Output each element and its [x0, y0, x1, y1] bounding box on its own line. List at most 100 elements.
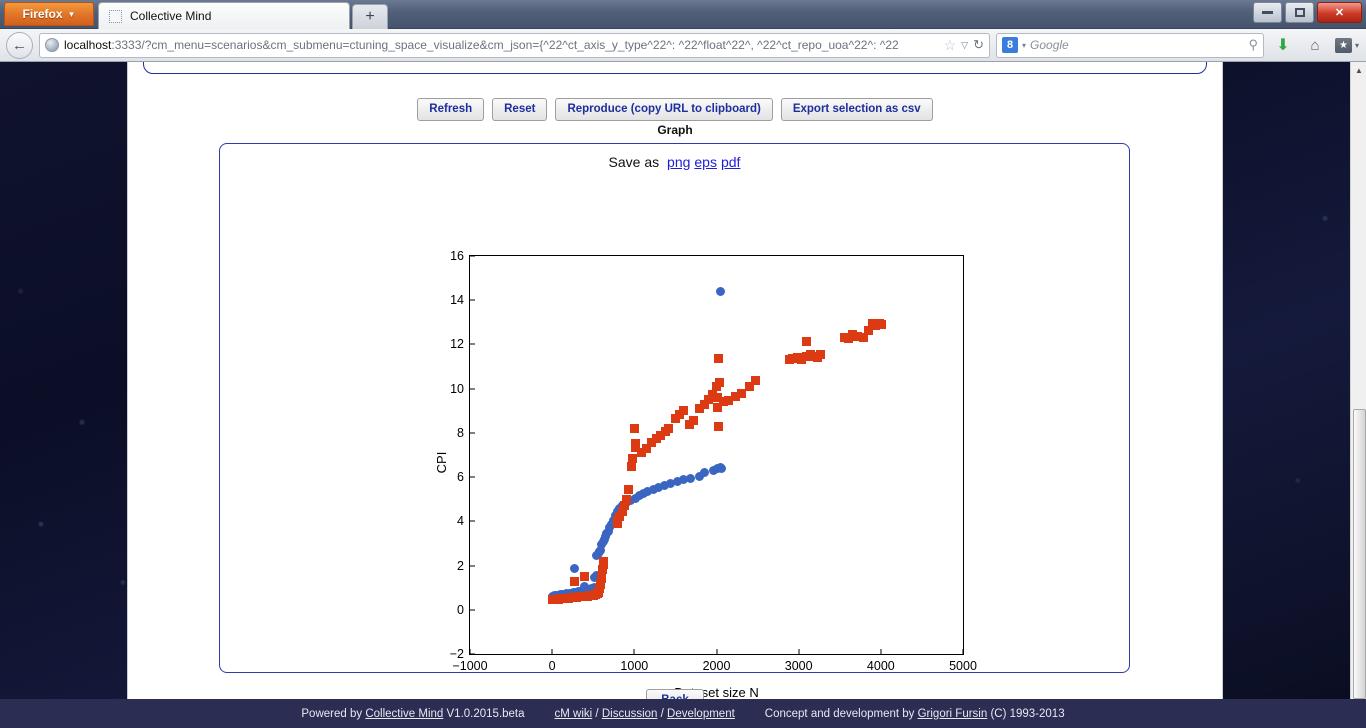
footer-sep-1: /: [592, 708, 602, 720]
browser-back-button[interactable]: ←: [6, 32, 33, 59]
new-tab-button[interactable]: +: [352, 4, 388, 29]
plot-area: −20246810121416−100001000200030004000500…: [469, 255, 964, 655]
globe-icon: [45, 38, 59, 52]
y-tick-mark: [470, 256, 475, 257]
firefox-menu-label: Firefox: [23, 7, 63, 21]
x-tick-label: 3000: [785, 659, 813, 673]
cm-wiki-link[interactable]: cM wiki: [555, 708, 593, 720]
minimize-button[interactable]: [1253, 2, 1282, 23]
save-eps-link[interactable]: eps: [694, 154, 717, 170]
bookmark-caret-glyph: ▾: [1355, 41, 1359, 50]
reload-icon[interactable]: ↻: [973, 37, 984, 53]
action-toolbar: Refresh Reset Reproduce (copy URL to clipb…: [128, 98, 1222, 121]
graph-caption: Graph: [128, 123, 1222, 137]
data-point-red-squares: [599, 557, 608, 566]
page-scrollbar[interactable]: ▲ ▼: [1350, 62, 1366, 728]
y-tick-label: 10: [450, 382, 464, 396]
refresh-button[interactable]: Refresh: [417, 98, 484, 121]
search-caret-glyph: ▾: [1022, 41, 1026, 50]
favicon-icon: [109, 10, 122, 23]
footer-concept-prefix: Concept and development by: [765, 708, 918, 720]
y-tick-label: 2: [457, 559, 464, 573]
downloads-icon[interactable]: ⬇: [1270, 32, 1296, 58]
page-viewport: Refresh Reset Reproduce (copy URL to clipb…: [0, 62, 1366, 728]
new-tab-label: +: [365, 9, 374, 25]
data-point-blue-circles: [716, 287, 725, 296]
tab-collective-mind[interactable]: Collective Mind: [98, 2, 350, 29]
restore-icon: [1295, 8, 1305, 17]
x-tick-mark: [798, 649, 799, 654]
data-point-blue-circles: [717, 464, 726, 473]
save-png-link[interactable]: png: [667, 154, 690, 170]
data-point-red-squares: [751, 376, 760, 385]
tab-label: Collective Mind: [130, 9, 211, 23]
x-tick-label: 1000: [620, 659, 648, 673]
firefox-menu-button[interactable]: Firefox ▼: [4, 2, 94, 26]
y-axis-label: CPI: [434, 452, 449, 474]
data-point-red-squares: [624, 485, 633, 494]
bookmark-star-icon[interactable]: ☆: [944, 37, 957, 54]
data-point-red-squares: [664, 424, 673, 433]
home-icon[interactable]: ⌂: [1302, 32, 1328, 58]
scatter-figure: CPI −20246810121416−10000100020003000400…: [220, 189, 1131, 669]
data-point-red-squares: [715, 378, 724, 387]
bookmarks-button[interactable]: ★ ▾: [1334, 32, 1360, 58]
save-as-row: Save as pngepspdf: [220, 154, 1129, 170]
search-input[interactable]: Google: [1030, 38, 1244, 52]
data-point-red-squares: [622, 495, 631, 504]
chevron-down-icon[interactable]: ▾: [1022, 41, 1026, 50]
x-tick-label: −1000: [452, 659, 487, 673]
title-bar: Firefox ▼ Collective Mind + ✕: [0, 0, 1366, 29]
data-point-blue-circles: [580, 582, 589, 591]
y-tick-mark: [470, 609, 475, 610]
export-csv-button[interactable]: Export selection as csv: [781, 98, 933, 121]
footer-powered-prefix: Powered by: [301, 708, 365, 720]
data-point-red-squares: [714, 354, 723, 363]
grigori-fursin-link[interactable]: Grigori Fursin: [918, 708, 988, 720]
save-pdf-link[interactable]: pdf: [721, 154, 740, 170]
y-tick-mark: [470, 654, 475, 655]
go-caret-glyph: ▽: [961, 40, 968, 50]
collective-mind-link[interactable]: Collective Mind: [365, 708, 443, 720]
y-tick-mark: [470, 344, 475, 345]
x-tick-mark: [552, 649, 553, 654]
y-tick-mark: [470, 521, 475, 522]
y-tick-label: 12: [450, 337, 464, 351]
data-point-red-squares: [570, 577, 579, 586]
bookmark-icon: ★: [1335, 38, 1352, 53]
footer-copyright: (C) 1993-2013: [987, 708, 1064, 720]
scrollbar-thumb[interactable]: [1353, 409, 1366, 699]
search-bar[interactable]: 8 ▾ Google ⚲: [996, 33, 1264, 58]
google-icon: 8: [1002, 37, 1018, 53]
url-bar[interactable]: localhost:3333/?cm_menu=scenarios&cm_sub…: [39, 33, 990, 58]
chevron-down-icon[interactable]: ▽: [961, 40, 968, 51]
url-rest: :3333/?cm_menu=scenarios&cm_submenu=ctun…: [111, 38, 898, 52]
data-point-red-squares: [630, 424, 639, 433]
scroll-up-arrow[interactable]: ▲: [1351, 62, 1366, 79]
close-button[interactable]: ✕: [1317, 2, 1362, 23]
download-glyph: ⬇: [1276, 35, 1289, 55]
discussion-link[interactable]: Discussion: [602, 708, 658, 720]
y-tick-label: 16: [450, 249, 464, 263]
y-tick-label: 4: [457, 514, 464, 528]
y-tick-label: 0: [457, 603, 464, 617]
x-tick-label: 2000: [703, 659, 731, 673]
search-glyph: ⚲: [1248, 37, 1258, 52]
data-point-red-squares: [628, 454, 637, 463]
footer-links: cM wiki / Discussion / Development: [555, 708, 735, 720]
data-point-red-squares: [859, 333, 868, 342]
url-text: localhost:3333/?cm_menu=scenarios&cm_sub…: [64, 38, 939, 52]
y-tick-mark: [470, 565, 475, 566]
development-link[interactable]: Development: [667, 708, 735, 720]
restore-button[interactable]: [1285, 2, 1314, 23]
y-tick-label: 8: [457, 426, 464, 440]
data-point-red-squares: [580, 572, 589, 581]
search-icon[interactable]: ⚲: [1248, 37, 1258, 53]
reproduce-button[interactable]: Reproduce (copy URL to clipboard): [555, 98, 772, 121]
window-controls: ✕: [1253, 2, 1362, 23]
x-tick-mark: [963, 649, 964, 654]
y-tick-mark: [470, 477, 475, 478]
data-point-red-squares: [627, 462, 636, 471]
x-tick-mark: [470, 649, 471, 654]
reset-button[interactable]: Reset: [492, 98, 547, 121]
